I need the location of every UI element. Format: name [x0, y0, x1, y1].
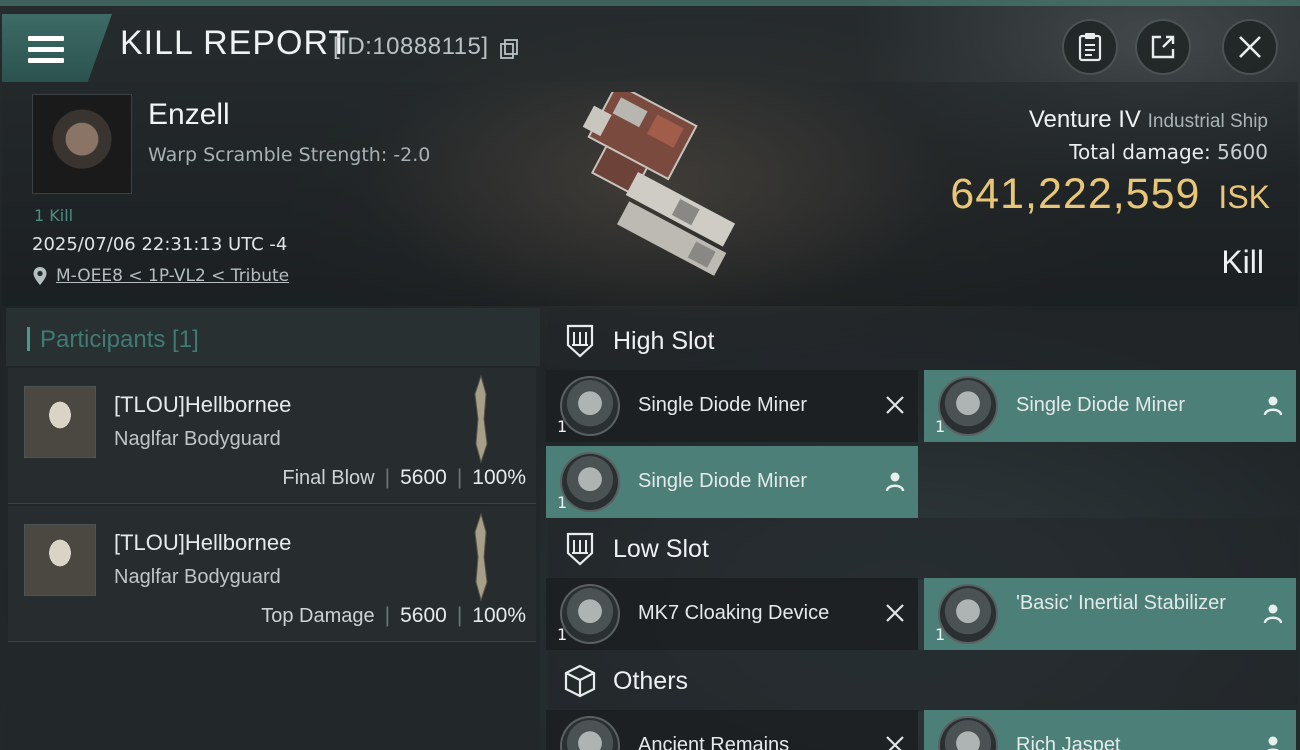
victim-portrait[interactable] — [32, 94, 132, 194]
module-name: Single Diode Miner — [1016, 394, 1185, 416]
high-slot-label: High Slot — [613, 326, 715, 355]
module-quantity: 1 — [935, 417, 946, 436]
person-icon — [1263, 604, 1283, 624]
participant-row[interactable]: [TLOU]Hellbornee Naglfar Bodyguard Final… — [8, 368, 536, 504]
participant-stats: Final Blow | 5600 | 100% — [282, 466, 526, 489]
participant-percent: 100% — [472, 604, 526, 627]
cube-icon — [564, 664, 596, 698]
module-name: Single Diode Miner — [638, 394, 807, 416]
module-item[interactable]: 1 MK7 Cloaking Device — [546, 578, 918, 650]
kill-location[interactable]: M-OEE8 < 1P-VL2 < Tribute — [32, 266, 289, 286]
participant-avatar[interactable] — [24, 524, 96, 596]
module-quantity: 1 — [557, 493, 568, 512]
isk-value: 641,222,559 — [950, 170, 1201, 218]
isk-value-row: 641,222,559 ISK — [950, 170, 1270, 219]
x-icon — [886, 604, 904, 622]
participants-title: Participants [1] — [40, 326, 199, 353]
ore-icon — [938, 716, 998, 750]
ship-name: Venture IV — [1028, 106, 1141, 133]
module-item[interactable]: 1 Single Diode Miner — [546, 370, 918, 442]
location-link[interactable]: M-OEE8 < 1P-VL2 < Tribute — [56, 266, 289, 286]
hamburger-icon — [28, 36, 64, 64]
module-name: Single Diode Miner — [638, 470, 807, 492]
others-header: Others — [548, 650, 1298, 712]
module-name: MK7 Cloaking Device — [638, 602, 830, 624]
x-icon — [886, 396, 904, 414]
module-quantity: 1 — [557, 417, 568, 436]
participant-ship: Naglfar Bodyguard — [114, 566, 281, 588]
isk-unit: ISK — [1218, 179, 1270, 215]
clipboard-button[interactable] — [1062, 19, 1118, 75]
participant-damage: 5600 — [400, 466, 447, 489]
person-icon — [885, 472, 905, 492]
participant-tag: Top Damage — [261, 604, 375, 627]
result-label: Kill — [1221, 244, 1264, 280]
clipboard-icon — [1078, 33, 1102, 62]
others-label: Others — [613, 666, 689, 695]
person-icon — [1263, 396, 1283, 416]
total-damage-label: Total damage: — [1069, 140, 1211, 164]
inertial-stabilizer-icon — [938, 584, 998, 644]
close-icon — [1239, 36, 1261, 58]
participant-avatar[interactable] — [24, 386, 96, 458]
low-slot-header: Low Slot — [548, 518, 1298, 580]
participants-panel: Participants [1] [TLOU]Hellbornee Naglfa… — [6, 308, 540, 750]
share-button[interactable] — [1135, 19, 1191, 75]
participant-tag: Final Blow — [282, 466, 375, 489]
participant-name: [TLOU]Hellbornee — [114, 392, 292, 417]
header: KILL REPORT [ID:10888115] — [0, 6, 1300, 82]
menu-button[interactable] — [2, 14, 112, 82]
share-icon — [1151, 35, 1175, 59]
location-pin-icon — [33, 267, 47, 285]
module-quantity: 1 — [935, 625, 946, 644]
module-item[interactable]: 1 Single Diode Miner — [924, 370, 1296, 442]
module-item[interactable]: 1 'Basic' Inertial Stabilizer — [924, 578, 1296, 650]
ship-class: Industrial Ship — [1147, 111, 1268, 132]
ore-icon — [560, 716, 620, 750]
kill-timestamp: 2025/07/06 22:31:13 UTC -4 — [32, 234, 288, 255]
module-quantity: 1 — [557, 625, 568, 644]
low-slot-label: Low Slot — [613, 534, 709, 563]
module-item[interactable]: Ancient Remains — [546, 710, 918, 750]
high-slot-icon — [566, 324, 594, 358]
miner-icon — [938, 376, 998, 436]
x-icon — [886, 736, 904, 750]
person-icon — [1267, 736, 1279, 750]
module-name: Rich Jaspet — [1016, 734, 1121, 750]
weapon-icon — [474, 512, 488, 602]
miner-icon — [560, 452, 620, 512]
participant-stats: Top Damage | 5600 | 100% — [261, 604, 526, 627]
total-damage: Total damage: 5600 — [1069, 140, 1268, 164]
report-id: [ID:10888115] — [333, 33, 489, 60]
kill-count: 1 Kill — [34, 206, 74, 225]
victim-name[interactable]: Enzell — [148, 98, 230, 132]
participant-ship: Naglfar Bodyguard — [114, 428, 281, 450]
ship-image — [582, 92, 736, 276]
participant-name: [TLOU]Hellbornee — [114, 530, 292, 555]
copy-icon[interactable] — [500, 39, 518, 59]
warp-scramble-strength: Warp Scramble Strength: -2.0 — [148, 144, 431, 166]
module-name: 'Basic' Inertial Stabilizer — [1016, 592, 1226, 614]
weapon-icon — [474, 374, 488, 464]
module-item[interactable]: Rich Jaspet — [924, 710, 1296, 750]
page-title: KILL REPORT — [120, 24, 351, 62]
high-slot-header: High Slot — [548, 310, 1298, 372]
module-name: Ancient Remains — [638, 734, 790, 750]
participants-header: Participants [1] — [6, 308, 540, 366]
participant-row[interactable]: [TLOU]Hellbornee Naglfar Bodyguard Top D… — [8, 506, 536, 642]
header-accent-bar — [27, 327, 30, 351]
participant-percent: 100% — [472, 466, 526, 489]
participant-damage: 5600 — [400, 604, 447, 627]
ship-title[interactable]: Venture IV Industrial Ship — [1029, 106, 1268, 134]
miner-icon — [560, 376, 620, 436]
cloaking-device-icon — [560, 584, 620, 644]
low-slot-icon — [566, 532, 594, 566]
module-item[interactable]: 1 Single Diode Miner — [546, 446, 918, 518]
close-button[interactable] — [1222, 19, 1278, 75]
total-damage-value: 5600 — [1217, 140, 1268, 164]
